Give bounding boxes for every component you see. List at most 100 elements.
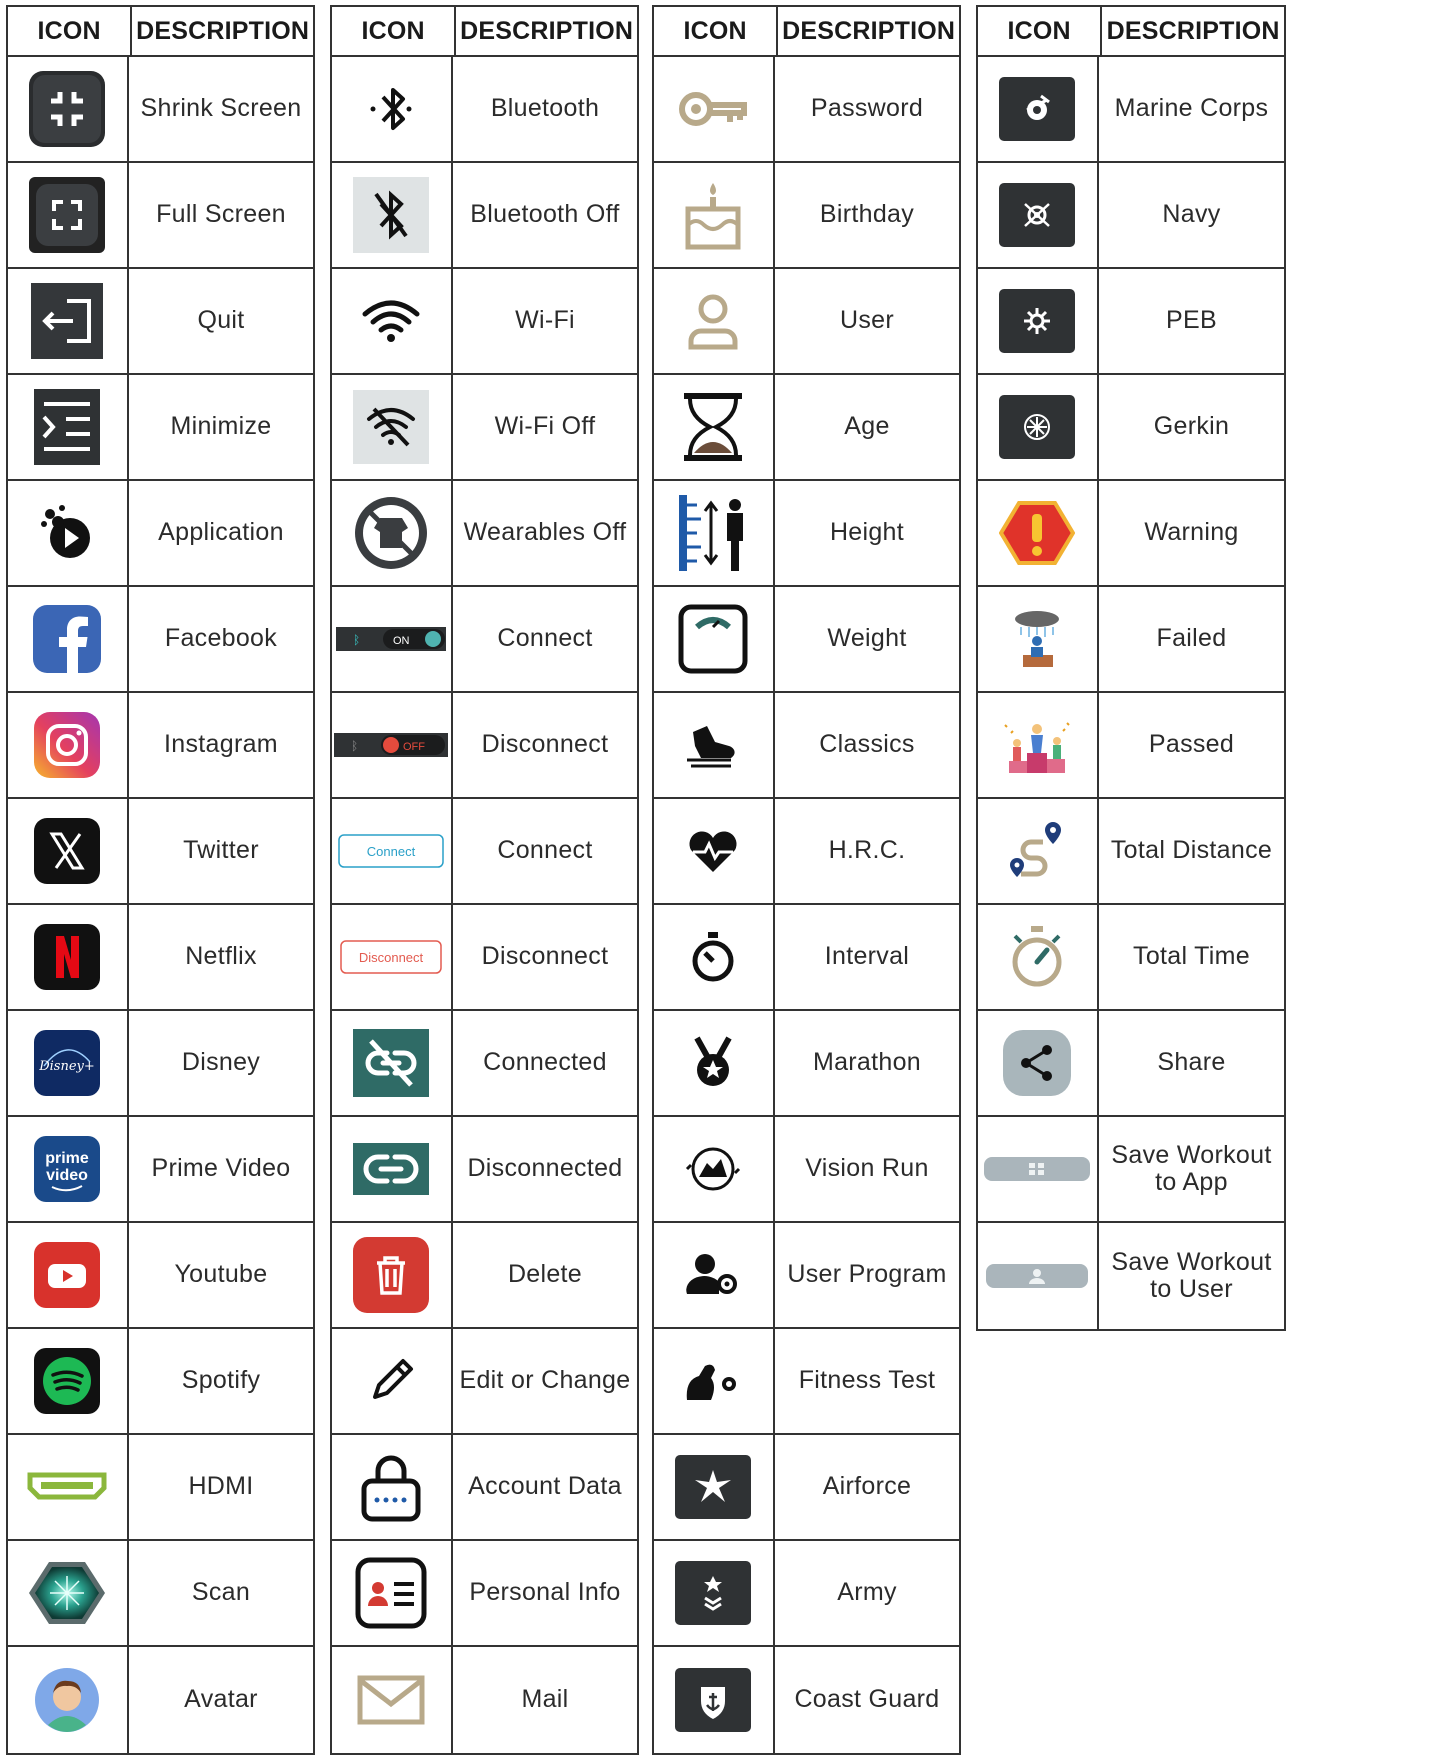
fitness-test-icon — [654, 1329, 775, 1433]
description-label: Height — [829, 518, 905, 547]
description-label: Twitter — [183, 836, 259, 865]
description-label: Mail — [521, 1685, 569, 1714]
table-row: Warning — [978, 481, 1284, 587]
table-row: Passed — [978, 693, 1284, 799]
total-distance-icon — [978, 799, 1099, 903]
vision-run-icon — [654, 1117, 775, 1221]
description-label: Age — [844, 412, 890, 441]
table-row: Minimize — [8, 375, 313, 481]
description-label: Vision Run — [805, 1154, 929, 1183]
table-row: ᛒ ON Connect — [332, 587, 637, 693]
description-label: Disney — [181, 1048, 261, 1077]
table-row: Coast Guard — [654, 1647, 959, 1753]
description-label: Save Workout to App — [1111, 1140, 1272, 1196]
table-row: ᛒ OFF Disconnect — [332, 693, 637, 799]
disconnect-button-icon: Disconnect — [332, 905, 453, 1009]
table-row: Bluetooth — [332, 57, 637, 163]
coast-guard-icon — [654, 1647, 775, 1753]
table-row: Connect Connect — [332, 799, 637, 905]
table-row: Classics — [654, 693, 959, 799]
description-label: Netflix — [185, 942, 257, 971]
svg-text:ᛒ: ᛒ — [351, 739, 358, 753]
table-row: Total Distance — [978, 799, 1284, 905]
header-icon-column: ICON — [654, 7, 779, 55]
table-row: Disconnect Disconnect — [332, 905, 637, 1011]
description-label: Wi-Fi — [515, 306, 575, 335]
description-label: Failed — [1156, 624, 1227, 653]
description-label: Application — [158, 518, 284, 547]
edit-icon — [332, 1329, 453, 1433]
table-row: Connected — [332, 1011, 637, 1117]
table-row: Bluetooth Off — [332, 163, 637, 269]
disney-icon: Disney+ — [8, 1011, 129, 1115]
bluetooth-icon — [332, 57, 453, 161]
description-label: Gerkin — [1153, 412, 1230, 441]
svg-text:video: video — [47, 1167, 89, 1184]
description-label: Bluetooth — [490, 94, 600, 123]
table-row: User Program — [654, 1223, 959, 1329]
description-label: Coast Guard — [794, 1685, 940, 1714]
wearables-off-icon — [332, 481, 453, 585]
table-row: Shrink Screen — [8, 57, 313, 163]
table-row: Disney+ Disney — [8, 1011, 313, 1117]
total-time-icon — [978, 905, 1099, 1009]
hrc-icon — [654, 799, 775, 903]
description-label: Classics — [819, 730, 915, 759]
share-icon — [978, 1011, 1099, 1115]
table-row: Full Screen — [8, 163, 313, 269]
table-row: Fitness Test — [654, 1329, 959, 1435]
table-row: Marathon — [654, 1011, 959, 1117]
table-row: Spotify — [8, 1329, 313, 1435]
header-description-column: DESCRIPTION — [1106, 16, 1280, 45]
table-header: ICON DESCRIPTION — [332, 7, 637, 57]
table-row: Airforce — [654, 1435, 959, 1541]
description-label: Birthday — [819, 200, 915, 229]
svg-text:Connect: Connect — [367, 844, 416, 859]
description-label: Password — [810, 94, 924, 123]
warning-icon — [978, 481, 1099, 585]
description-label: Full Screen — [156, 200, 286, 229]
prime-video-icon: prime video — [8, 1117, 129, 1221]
table-row: Personal Info — [332, 1541, 637, 1647]
interval-icon — [654, 905, 775, 1009]
icon-table: ICON DESCRIPTION Shrink Screen Full Screen Q… — [6, 5, 315, 1755]
description-label: H.R.C. — [828, 836, 906, 865]
description-label: Minimize — [170, 412, 272, 441]
account-data-icon — [332, 1435, 453, 1539]
header-description-column: DESCRIPTION — [782, 16, 956, 45]
table-header: ICON DESCRIPTION — [978, 7, 1284, 57]
table-row: HDMI — [8, 1435, 313, 1541]
table-row: PEB — [978, 269, 1284, 375]
army-icon — [654, 1541, 775, 1645]
description-label: Warning — [1144, 518, 1239, 547]
airforce-icon — [654, 1435, 775, 1539]
wifi-off-icon — [332, 375, 453, 479]
table-row: Twitter — [8, 799, 313, 905]
connect-button-icon: Connect — [332, 799, 453, 903]
description-label: Fitness Test — [798, 1366, 936, 1395]
description-label: Instagram — [164, 730, 278, 759]
user-program-icon — [654, 1223, 775, 1327]
description-label: Army — [837, 1578, 897, 1607]
failed-icon — [978, 587, 1099, 691]
description-label: HDMI — [188, 1472, 254, 1501]
table-row: User — [654, 269, 959, 375]
header-icon-column: ICON — [978, 7, 1103, 55]
description-label: PEB — [1166, 306, 1217, 335]
description-label: Wearables Off — [463, 518, 627, 547]
table-row: Facebook — [8, 587, 313, 693]
birthday-icon — [654, 163, 775, 267]
table-row: Avatar — [8, 1647, 313, 1753]
svg-text:ON: ON — [393, 635, 410, 647]
description-label: Connected — [483, 1048, 607, 1077]
table-row: Army — [654, 1541, 959, 1647]
table-row: Gerkin — [978, 375, 1284, 481]
header-icon-column: ICON — [332, 7, 457, 55]
table-row: Wi-Fi — [332, 269, 637, 375]
description-label: User Program — [787, 1260, 947, 1289]
delete-icon — [332, 1223, 453, 1327]
description-label: Facebook — [164, 624, 278, 653]
description-label: Total Time — [1133, 942, 1250, 971]
mail-icon — [332, 1647, 453, 1753]
table-row: Wi-Fi Off — [332, 375, 637, 481]
